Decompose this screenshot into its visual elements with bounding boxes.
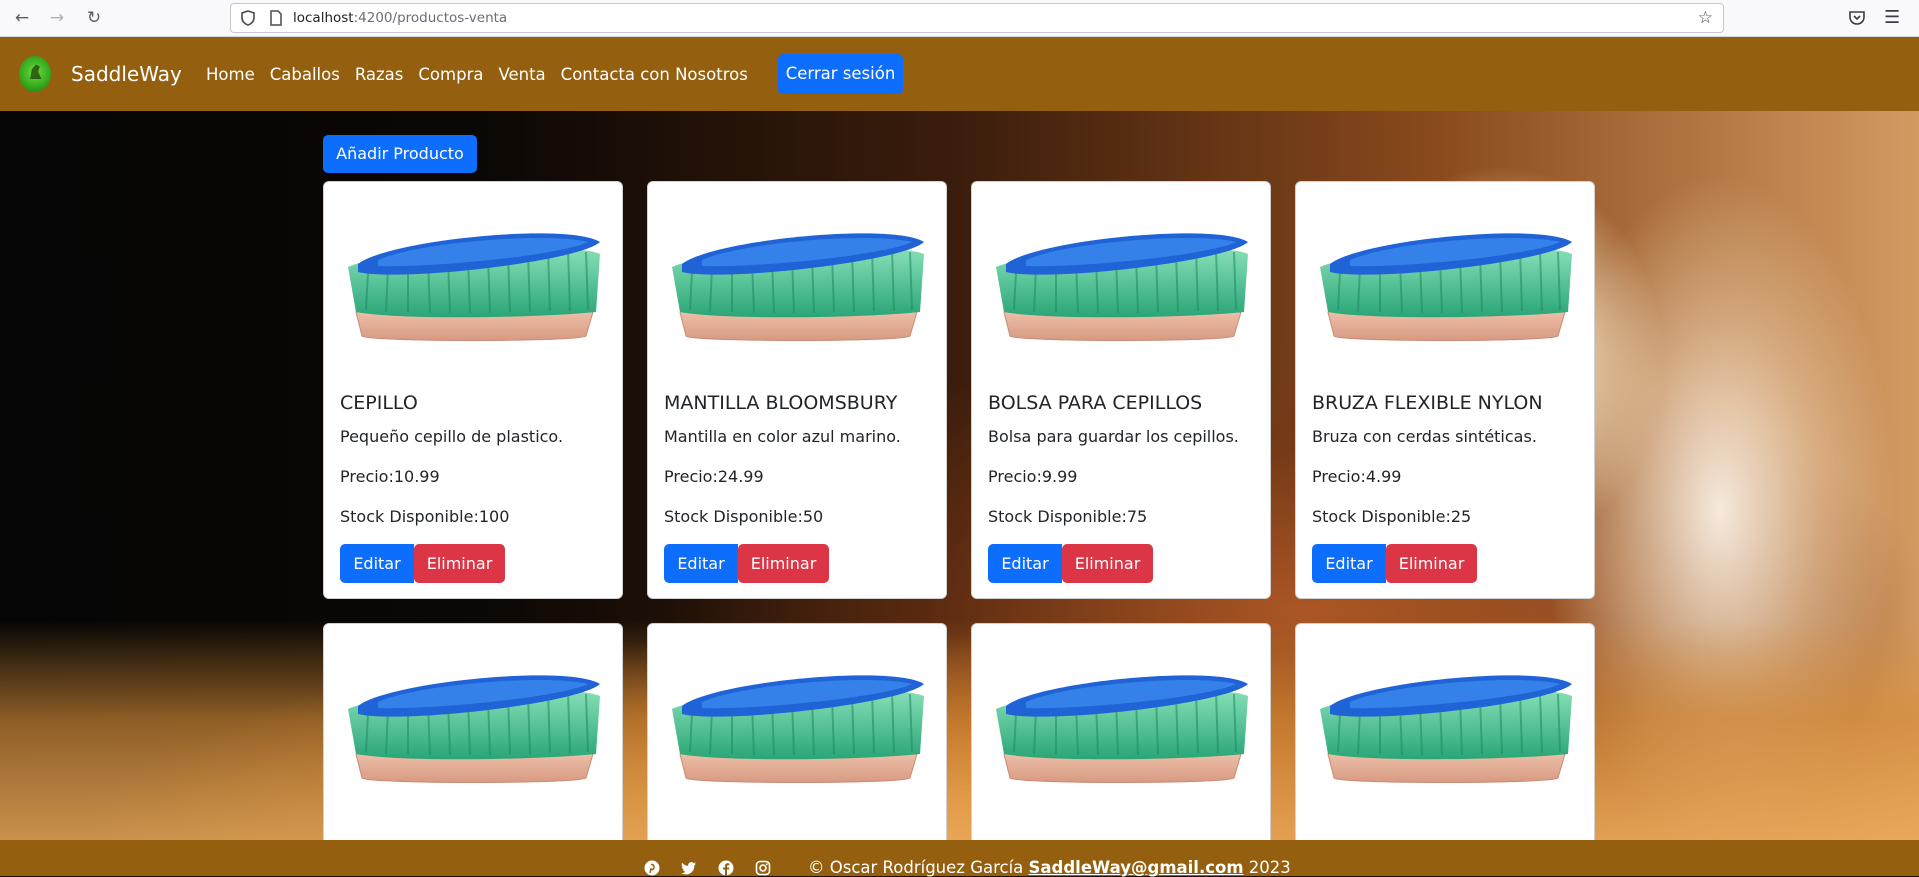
product-description: Bruza con cerdas sintéticas. — [1312, 427, 1537, 446]
product-title: BRUZA FLEXIBLE NYLON — [1312, 392, 1543, 414]
nav-links: Home Caballos Razas Compra Venta Contact… — [206, 65, 763, 84]
brush-image — [671, 674, 925, 784]
add-product-button[interactable]: Añadir Producto — [323, 135, 477, 173]
twitter-icon[interactable] — [681, 860, 697, 876]
brush-image — [347, 674, 601, 784]
url-text[interactable]: localhost:4200/productos-venta — [293, 10, 507, 26]
product-card — [971, 623, 1271, 840]
logo[interactable] — [19, 56, 51, 92]
email-link[interactable]: SaddleWay@gmail.com — [1029, 858, 1244, 877]
brush-image — [671, 232, 925, 342]
delete-button[interactable]: Eliminar — [1386, 544, 1477, 583]
copyright-year: 2023 — [1248, 858, 1291, 877]
background-image — [0, 620, 1919, 840]
product-description: Pequeño cepillo de plastico. — [340, 427, 564, 446]
edit-button[interactable]: Editar — [988, 544, 1062, 583]
product-card — [1295, 623, 1595, 840]
social-icons — [644, 860, 771, 876]
product-description: Bolsa para guardar los cepillos. — [988, 427, 1239, 446]
product-stock: Stock Disponible:25 — [1312, 507, 1472, 526]
product-card: BOLSA PARA CEPILLOS Bolsa para guardar l… — [971, 181, 1271, 599]
nav-link-venta[interactable]: Venta — [498, 65, 545, 84]
product-price: Precio:10.99 — [340, 467, 440, 486]
brush-image — [995, 674, 1249, 784]
product-stock: Stock Disponible:50 — [664, 507, 824, 526]
product-card: CEPILLO Pequeño cepillo de plastico. Pre… — [323, 181, 623, 599]
brush-image — [1319, 674, 1573, 784]
brush-image — [995, 232, 1249, 342]
reload-icon[interactable]: ↻ — [84, 8, 104, 28]
site-footer: © Oscar Rodríguez García SaddleWay@gmail… — [0, 840, 1919, 877]
arrow-right-icon[interactable]: → — [47, 8, 67, 28]
nav-link-razas[interactable]: Razas — [355, 65, 404, 84]
product-stock: Stock Disponible:75 — [988, 507, 1148, 526]
product-card — [323, 623, 623, 840]
brush-image — [1319, 232, 1573, 342]
hamburger-menu-icon[interactable]: ☰ — [1884, 7, 1900, 28]
main-content: Añadir Producto CEPILLO Pequeño cepillo … — [0, 111, 1919, 840]
product-price: Precio:9.99 — [988, 467, 1078, 486]
product-title: BOLSA PARA CEPILLOS — [988, 392, 1203, 414]
pinterest-icon[interactable] — [644, 860, 660, 876]
copyright-author: © Oscar Rodríguez García — [808, 858, 1024, 877]
nav-link-home[interactable]: Home — [206, 65, 255, 84]
pocket-icon[interactable] — [1848, 9, 1866, 27]
logout-button[interactable]: Cerrar sesión — [778, 54, 903, 94]
shield-icon[interactable] — [240, 10, 256, 26]
url-bar[interactable]: localhost:4200/productos-venta ☆ — [230, 3, 1724, 33]
product-title: CEPILLO — [340, 392, 418, 414]
delete-button[interactable]: Eliminar — [1062, 544, 1153, 583]
nav-link-contacto[interactable]: Contacta con Nosotros — [561, 65, 748, 84]
edit-button[interactable]: Editar — [1312, 544, 1386, 583]
delete-button[interactable]: Eliminar — [738, 544, 829, 583]
edit-button[interactable]: Editar — [664, 544, 738, 583]
delete-button[interactable]: Eliminar — [414, 544, 505, 583]
nav-link-caballos[interactable]: Caballos — [270, 65, 340, 84]
copyright-text: © Oscar Rodríguez García SaddleWay@gmail… — [808, 858, 1291, 877]
nav-link-compra[interactable]: Compra — [418, 65, 483, 84]
product-card — [647, 623, 947, 840]
url-path: :4200/productos-venta — [353, 10, 508, 26]
product-description: Mantilla en color azul marino. — [664, 427, 901, 446]
browser-toolbar: ← → ↻ localhost:4200/productos-venta ☆ ☰ — [0, 0, 1919, 37]
site-navbar: SaddleWay Home Caballos Razas Compra Ven… — [0, 37, 1919, 111]
product-card: MANTILLA BLOOMSBURY Mantilla en color az… — [647, 181, 947, 599]
product-title: MANTILLA BLOOMSBURY — [664, 392, 898, 414]
star-icon[interactable]: ☆ — [1698, 8, 1713, 28]
product-card: BRUZA FLEXIBLE NYLON Bruza con cerdas si… — [1295, 181, 1595, 599]
product-price: Precio:4.99 — [1312, 467, 1402, 486]
arrow-left-icon[interactable]: ← — [12, 8, 32, 28]
product-price: Precio:24.99 — [664, 467, 764, 486]
product-stock: Stock Disponible:100 — [340, 507, 510, 526]
facebook-icon[interactable] — [718, 860, 734, 876]
edit-button[interactable]: Editar — [340, 544, 414, 583]
instagram-icon[interactable] — [755, 860, 771, 876]
page-icon[interactable] — [268, 10, 284, 26]
url-host: localhost — [293, 10, 354, 26]
brand-name[interactable]: SaddleWay — [71, 62, 182, 86]
brush-image — [347, 232, 601, 342]
